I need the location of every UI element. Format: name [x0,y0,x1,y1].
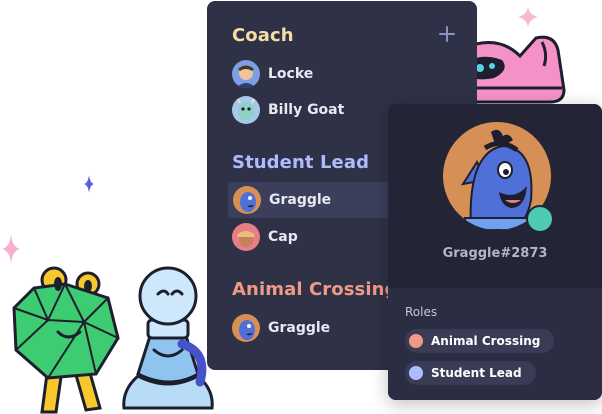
locke-avatar [232,60,260,88]
sparkle-icon [84,175,94,193]
member-item-billy-goat[interactable]: Billy Goat [227,92,395,128]
member-item-cap[interactable]: Cap [227,219,395,255]
role-pill-student-lead[interactable]: Student Lead [405,361,536,385]
profile-username: Graggle#2873 [442,246,548,261]
cap-avatar [232,223,260,251]
roles-label: Roles [405,305,438,319]
role-group-title-coach: Coach [232,25,294,46]
member-item-graggle[interactable]: Graggle [227,310,395,346]
chess-pawn-character-illustration [122,266,214,410]
sparkle-icon [2,234,20,264]
member-name: Cap [268,229,298,245]
role-color-dot [409,366,423,380]
role-color-dot [409,334,423,348]
user-profile-popout: Graggle#2873 Roles Animal Crossing Stude… [388,104,602,400]
role-group-title-student-lead: Student Lead [232,152,370,173]
role-name: Animal Crossing [431,334,541,348]
member-name: Graggle [268,320,331,336]
graggle-avatar [233,186,261,214]
member-name: Billy Goat [268,102,345,118]
role-name: Student Lead [431,366,522,380]
dice-character-illustration [12,266,120,414]
role-pill-animal-crossing[interactable]: Animal Crossing [405,329,555,353]
member-name: Graggle [269,192,332,208]
online-status-indicator [526,205,554,233]
billy-goat-avatar [232,96,260,124]
role-group-title-animal-crossing: Animal Crossing [232,279,398,300]
sparkle-icon [518,6,538,28]
graggle-avatar [232,314,260,342]
member-item-locke[interactable]: Locke [227,56,395,92]
plus-icon[interactable] [437,24,457,44]
member-name: Locke [268,66,314,82]
